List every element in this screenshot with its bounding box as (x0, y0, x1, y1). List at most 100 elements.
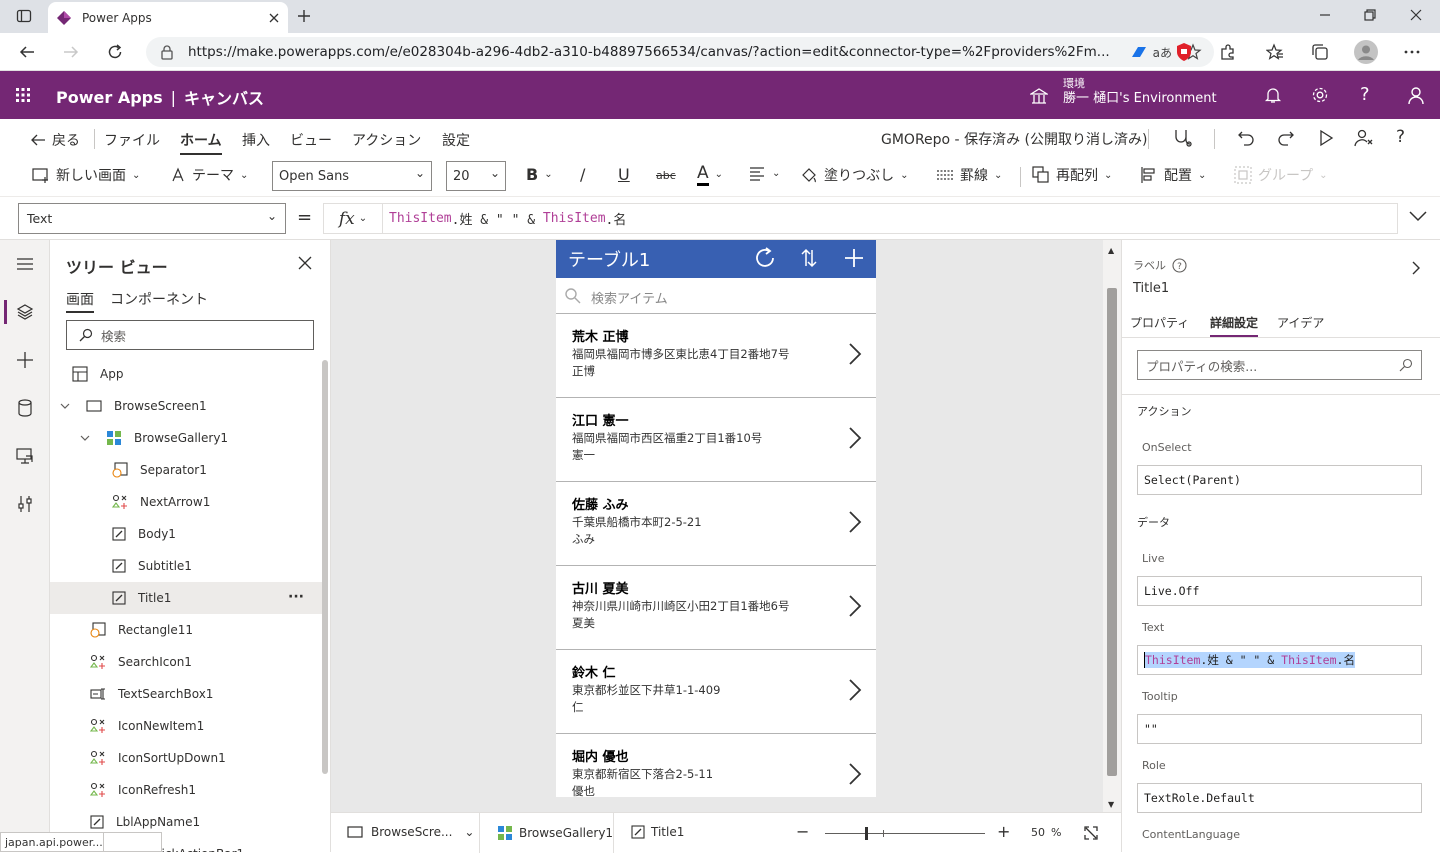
browser-tab[interactable]: Power Apps (48, 2, 288, 33)
menu-tab[interactable]: アクション (352, 130, 421, 150)
share-user-icon[interactable] (1354, 129, 1374, 147)
text-align-button[interactable]: ⌄ (748, 165, 780, 181)
redo-icon[interactable] (1277, 129, 1295, 147)
tree-item[interactable]: Rectangle11 (50, 614, 322, 646)
next-arrow-icon[interactable] (848, 594, 862, 618)
live-field[interactable]: Live.Off (1137, 576, 1422, 606)
underline-button[interactable]: U (618, 165, 630, 184)
tree-item[interactable]: NextArrow1 (50, 486, 322, 518)
notifications-icon[interactable] (1264, 86, 1282, 104)
strikethrough-button[interactable]: abc (656, 169, 676, 182)
collections-icon[interactable] (1311, 43, 1329, 61)
next-arrow-icon[interactable] (848, 426, 862, 450)
close-panel-icon[interactable] (298, 256, 312, 270)
insert-plus-icon[interactable] (16, 351, 34, 369)
fill-button[interactable]: 塗りつぶし ⌄ (800, 165, 909, 185)
next-arrow-icon[interactable] (848, 510, 862, 534)
back-icon[interactable] (18, 43, 36, 61)
more-options-icon[interactable]: ··· (288, 589, 304, 605)
tree-item[interactable]: Subtitle1 (50, 550, 322, 582)
align-button[interactable]: 配置 ⌄ (1140, 165, 1206, 185)
restore-icon[interactable] (1363, 8, 1377, 22)
app-checker-icon[interactable] (1172, 128, 1192, 148)
help-icon[interactable]: ? (1360, 84, 1370, 105)
italic-button[interactable]: / (580, 165, 585, 184)
gallery-item[interactable]: 鈴木 仁東京都杉並区下井草1-1-409 仁 (556, 650, 876, 734)
canvas-scrollbar-thumb[interactable] (1107, 288, 1117, 776)
gallery-item[interactable]: 荒木 正博 福岡県福岡市博多区東比恵4丁目2番地7号 正博 (556, 314, 876, 398)
tree-item[interactable]: IconNewItem1 (50, 710, 322, 742)
border-button[interactable]: 罫線 ⌄ (936, 165, 1002, 185)
menu-tab[interactable]: 設定 (442, 130, 470, 150)
brand-name[interactable]: Power Apps (56, 88, 163, 107)
gallery-item[interactable]: 古川 夏美 神奈川県川崎市川崎区小田2丁目1番地6号 夏美 (556, 566, 876, 650)
environment-picker[interactable]: 環境 勝一 樋口's Environment (1063, 76, 1217, 106)
profile-avatar-icon[interactable] (1354, 40, 1378, 64)
scroll-down-icon[interactable]: ▼ (1108, 800, 1114, 809)
fit-to-window-icon[interactable] (1083, 825, 1099, 841)
minimize-icon[interactable] (1318, 8, 1332, 22)
refresh-icon[interactable] (753, 246, 777, 270)
favorites-icon[interactable] (1266, 43, 1284, 61)
browse-gallery[interactable]: 荒木 正博 福岡県福岡市博多区東比恵4丁目2番地7号 正博 江口 憲一 福岡県福岡市西区… (556, 314, 876, 797)
tree-item[interactable]: IconSortUpDown1 (50, 742, 322, 774)
undo-icon[interactable] (1237, 129, 1255, 147)
tree-item[interactable]: BrowseGallery1 (50, 422, 322, 454)
tree-view-layers-icon[interactable] (16, 303, 34, 321)
menu-tab[interactable]: ファイル (104, 130, 160, 150)
preview-play-icon[interactable] (1317, 129, 1335, 147)
close-tab-icon[interactable] (268, 12, 280, 24)
chevron-down-icon[interactable] (80, 433, 96, 443)
account-icon[interactable] (1406, 85, 1426, 105)
add-new-item-icon[interactable] (843, 247, 865, 269)
zoom-slider[interactable] (825, 827, 985, 840)
read-aloud-icon[interactable]: aあ (1153, 44, 1172, 61)
menu-tab[interactable]: ビュー (290, 130, 332, 150)
tree-search-input[interactable]: 検索 (66, 320, 314, 350)
onselect-field[interactable]: Select(Parent) (1137, 465, 1422, 495)
tree-item[interactable]: IconRefresh1 (50, 774, 322, 806)
sort-up-down-icon[interactable] (799, 248, 819, 268)
zoom-in-button[interactable]: + (997, 822, 1010, 841)
tree-scrollbar[interactable] (322, 360, 328, 774)
font-size-select[interactable]: 20 ⌄ (446, 161, 506, 191)
fx-button[interactable]: fx ⌄ (323, 203, 383, 234)
gallery-item[interactable]: 佐藤 ふみ 千葉県船橋市本町2-5-21 ふみ (556, 482, 876, 566)
tree-item[interactable]: SearchIcon1 (50, 646, 322, 678)
url-field[interactable]: https://make.powerapps.com/e/e028304b-a2… (146, 37, 1214, 67)
breadcrumb-control[interactable]: Title1 (631, 825, 684, 839)
theme-button[interactable]: テーマ ⌄ (170, 165, 248, 185)
tab-components[interactable]: コンポーネント (110, 289, 208, 309)
new-screen-button[interactable]: 新しい画面 ⌄ (32, 165, 140, 185)
tree-item[interactable]: TextSearchBox1 (50, 678, 322, 710)
zoom-slider-thumb[interactable] (865, 827, 868, 840)
tree-item[interactable]: Body1 (50, 518, 322, 550)
browser-menu-icon[interactable] (1403, 43, 1421, 61)
app-search-box[interactable]: 検索アイテム (556, 278, 876, 314)
chevron-down-icon[interactable] (60, 401, 76, 411)
data-cylinder-icon[interactable] (17, 399, 33, 417)
tab-screens[interactable]: 画面 (66, 289, 94, 313)
close-window-icon[interactable] (1409, 8, 1423, 22)
breadcrumb-gallery[interactable]: BrowseGallery1 (497, 825, 613, 841)
help-circle-icon[interactable]: ? (1172, 257, 1187, 273)
text-field[interactable]: ThisItem.姓 & " " & ThisItem.名 (1137, 645, 1422, 675)
reload-icon[interactable] (106, 43, 124, 61)
tree-item[interactable]: Title1 ··· (50, 582, 322, 614)
font-family-select[interactable]: Open Sans ⌄ (272, 161, 432, 191)
menu-tab[interactable]: ホーム (180, 130, 222, 155)
back-button[interactable]: 戻る (30, 130, 80, 150)
scroll-up-icon[interactable]: ▲ (1108, 246, 1114, 255)
extension-arrow-icon[interactable] (1130, 43, 1148, 61)
font-color-button[interactable]: A ⌄ (697, 163, 723, 186)
tab-ideas[interactable]: アイデア (1277, 314, 1324, 331)
media-icon[interactable] (16, 447, 34, 465)
tree-item[interactable]: BrowseScreen1 (50, 390, 322, 422)
breadcrumb-screen[interactable]: BrowseScre... ⌄ (347, 825, 474, 839)
tree-item[interactable]: App (50, 358, 322, 390)
next-arrow-icon[interactable] (848, 678, 862, 702)
zoom-value[interactable]: 50 (1031, 826, 1045, 839)
expand-formula-icon[interactable] (1408, 209, 1428, 223)
reorder-button[interactable]: 再配列 ⌄ (1032, 165, 1112, 185)
formula-input[interactable]: ThisItem .姓 & " " & ThisItem .名 (382, 203, 1398, 234)
